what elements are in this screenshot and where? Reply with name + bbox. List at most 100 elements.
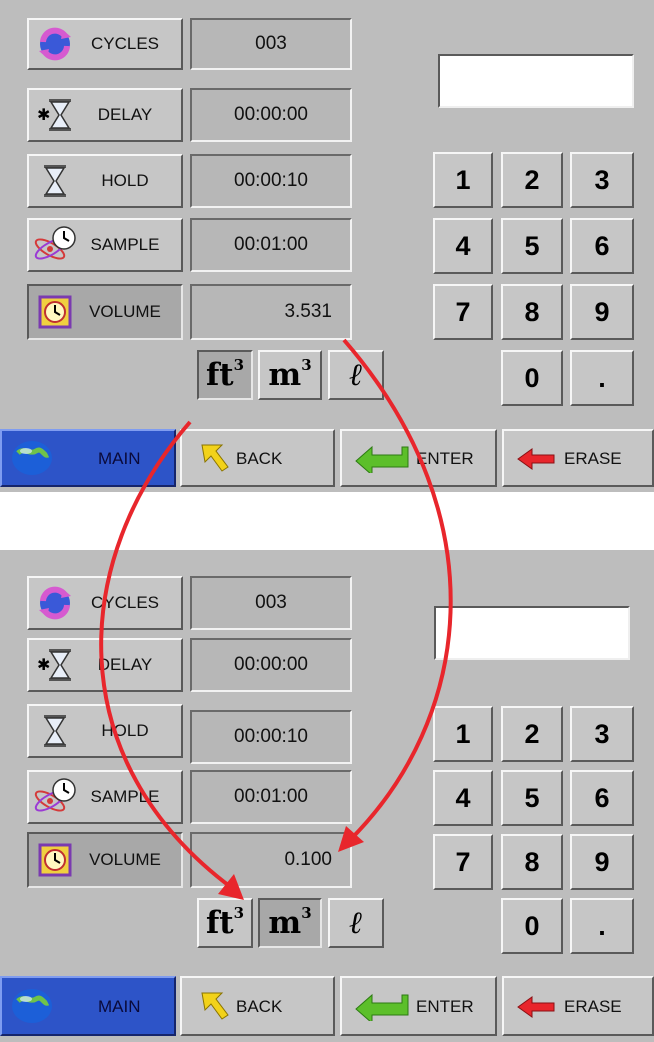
- unit-m3-button[interactable]: m3: [258, 898, 322, 948]
- cycles-label: CYCLES: [90, 34, 160, 53]
- volume-button[interactable]: VOLUME: [27, 832, 183, 888]
- hourglass-icon: [32, 711, 78, 751]
- sample-button[interactable]: SAMPLE: [27, 218, 183, 272]
- key-8[interactable]: 8: [501, 834, 563, 890]
- key-0[interactable]: 0: [501, 898, 563, 954]
- volume-label: VOLUME: [89, 302, 161, 321]
- hold-value-text: 00:00:10: [234, 726, 308, 747]
- sample-label: SAMPLE: [90, 235, 160, 254]
- unit-m3-label: m3: [268, 903, 312, 941]
- entry-display[interactable]: [434, 606, 630, 660]
- back-arrow-icon: [200, 443, 230, 478]
- key-5[interactable]: 5: [501, 218, 563, 274]
- delay-value: 00:00:00: [190, 638, 352, 692]
- key-0[interactable]: 0: [501, 350, 563, 406]
- key-5[interactable]: 5: [501, 770, 563, 826]
- hold-button[interactable]: HOLD: [27, 154, 183, 208]
- key-9[interactable]: 9: [570, 284, 634, 340]
- erase-label: ERASE: [564, 997, 622, 1016]
- hourglass-star-icon: ✱: [32, 95, 78, 135]
- volume-button[interactable]: VOLUME: [27, 284, 183, 340]
- key-2[interactable]: 2: [501, 706, 563, 762]
- delay-label: DELAY: [97, 655, 153, 674]
- key-7[interactable]: 7: [433, 834, 493, 890]
- erase-button[interactable]: ERASE: [502, 429, 654, 487]
- back-button[interactable]: BACK: [180, 976, 335, 1036]
- cycles-value: 003: [190, 576, 352, 630]
- key-1[interactable]: 1: [433, 152, 493, 208]
- sample-button[interactable]: SAMPLE: [27, 770, 183, 824]
- screen-after: CYCLES 003 ✱ DELAY 00:00:00 HOLD 00:00:1…: [0, 550, 654, 1042]
- sample-label: SAMPLE: [90, 787, 160, 806]
- hold-value: 00:00:10: [190, 710, 352, 764]
- delay-value-text: 00:00:00: [234, 654, 308, 675]
- unit-ft3-label: ft3: [205, 355, 245, 393]
- key-dot[interactable]: .: [570, 898, 634, 954]
- cycle-arrows-icon: [32, 24, 78, 64]
- volume-value-text: 3.531: [284, 301, 332, 322]
- svg-text:✱: ✱: [37, 655, 50, 674]
- main-label: MAIN: [98, 449, 141, 468]
- volume-label: VOLUME: [89, 850, 161, 869]
- hold-label: HOLD: [101, 721, 149, 740]
- unit-liter-button[interactable]: ℓ: [328, 898, 384, 948]
- unit-liter-button[interactable]: ℓ: [328, 350, 384, 400]
- clock-atom-icon: [32, 777, 78, 817]
- sample-value: 00:01:00: [190, 218, 352, 272]
- entry-display[interactable]: [438, 54, 634, 108]
- enter-label: ENTER: [416, 449, 474, 468]
- clock-box-icon: [32, 292, 78, 332]
- hourglass-star-icon: ✱: [32, 645, 78, 685]
- main-button[interactable]: MAIN: [0, 976, 176, 1036]
- hold-value: 00:00:10: [190, 154, 352, 208]
- erase-label: ERASE: [564, 449, 622, 468]
- hold-button[interactable]: HOLD: [27, 704, 183, 758]
- back-button[interactable]: BACK: [180, 429, 335, 487]
- key-6[interactable]: 6: [570, 770, 634, 826]
- unit-liter-label: ℓ: [349, 357, 363, 393]
- key-dot[interactable]: .: [570, 350, 634, 406]
- key-4[interactable]: 4: [433, 770, 493, 826]
- enter-button[interactable]: ENTER: [340, 429, 497, 487]
- key-1[interactable]: 1: [433, 706, 493, 762]
- volume-value: 3.531: [190, 284, 352, 340]
- cycles-button[interactable]: CYCLES: [27, 576, 183, 630]
- erase-arrow-icon: [516, 995, 556, 1024]
- key-4[interactable]: 4: [433, 218, 493, 274]
- globe-icon: [10, 987, 54, 1030]
- volume-value-text: 0.100: [284, 849, 332, 870]
- cycles-button[interactable]: CYCLES: [27, 18, 183, 70]
- key-8[interactable]: 8: [501, 284, 563, 340]
- key-9[interactable]: 9: [570, 834, 634, 890]
- delay-button[interactable]: ✱ DELAY: [27, 88, 183, 142]
- back-label: BACK: [236, 997, 283, 1016]
- unit-ft3-button[interactable]: ft3: [197, 350, 253, 400]
- enter-arrow-icon: [354, 991, 410, 1026]
- key-3[interactable]: 3: [570, 152, 634, 208]
- delay-button[interactable]: ✱ DELAY: [27, 638, 183, 692]
- key-6[interactable]: 6: [570, 218, 634, 274]
- unit-m3-button[interactable]: m3: [258, 350, 322, 400]
- key-2[interactable]: 2: [501, 152, 563, 208]
- enter-arrow-icon: [354, 443, 410, 478]
- clock-box-icon: [32, 840, 78, 880]
- enter-button[interactable]: ENTER: [340, 976, 497, 1036]
- cycles-value-text: 003: [255, 592, 287, 613]
- sample-value-text: 00:01:00: [234, 786, 308, 807]
- cycles-value-text: 003: [255, 33, 287, 54]
- unit-liter-label: ℓ: [349, 905, 363, 941]
- unit-m3-label: m3: [268, 355, 312, 393]
- erase-arrow-icon: [516, 447, 556, 476]
- cycle-arrows-icon: [32, 583, 78, 623]
- globe-icon: [10, 439, 54, 482]
- back-arrow-icon: [200, 991, 230, 1026]
- unit-ft3-button[interactable]: ft3: [197, 898, 253, 948]
- key-3[interactable]: 3: [570, 706, 634, 762]
- main-button[interactable]: MAIN: [0, 429, 176, 487]
- key-7[interactable]: 7: [433, 284, 493, 340]
- hold-value-text: 00:00:10: [234, 170, 308, 191]
- enter-label: ENTER: [416, 997, 474, 1016]
- screen-before: CYCLES 003 ✱ DELAY 00:00:00 HOLD 00:00:1…: [0, 0, 654, 492]
- hourglass-icon: [32, 161, 78, 201]
- erase-button[interactable]: ERASE: [502, 976, 654, 1036]
